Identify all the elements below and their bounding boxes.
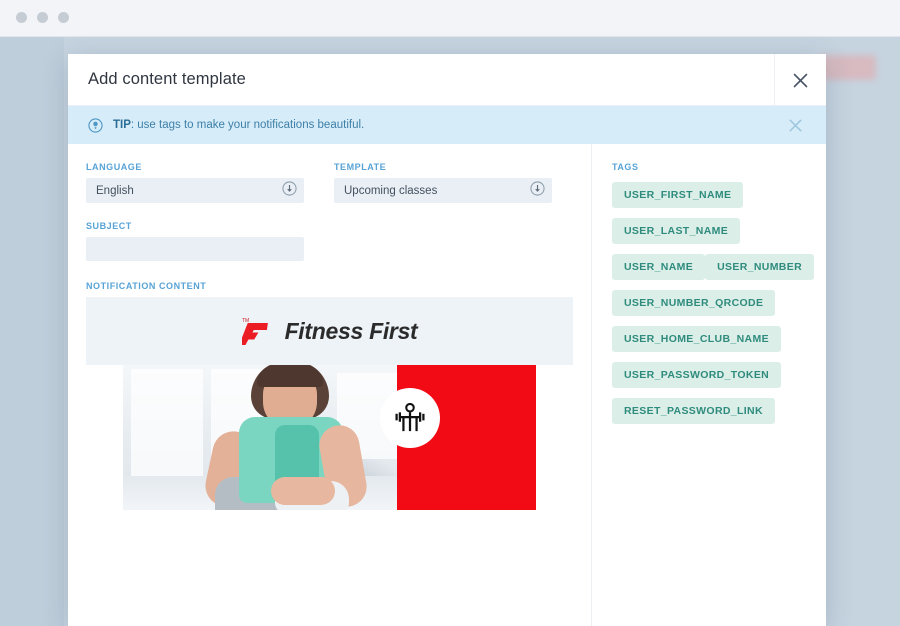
- tag-chip[interactable]: USER_HOME_CLUB_NAME: [612, 326, 781, 352]
- tip-label: TIP: [113, 119, 131, 131]
- figure-hands: [271, 477, 335, 505]
- background-primary-button[interactable]: [820, 55, 876, 80]
- window-maximize-dot[interactable]: [58, 12, 69, 23]
- tip-text: TIP: use tags to make your notifications…: [113, 119, 364, 131]
- hero-window-pane: [131, 369, 203, 481]
- fitness-first-logo: TM Fitness First: [238, 315, 418, 347]
- tag-chip[interactable]: USER_NUMBER: [705, 254, 815, 280]
- modal-header: Add content template: [68, 54, 826, 106]
- language-value: English: [96, 184, 134, 197]
- lightbulb-icon: [88, 117, 103, 133]
- add-content-template-modal: Add content template TIP: use tags to ma…: [68, 54, 826, 626]
- tags-list: USER_FIRST_NAMEUSER_LAST_NAMEUSER_NAME US…: [612, 182, 826, 434]
- language-label: LANGUAGE: [86, 162, 142, 172]
- template-select[interactable]: Upcoming classes: [334, 178, 552, 203]
- field-language: LANGUAGE English: [86, 162, 304, 203]
- background-sidebar: [0, 37, 64, 626]
- person-lifting-barbell-icon: [395, 403, 425, 432]
- figure-hair-front: [257, 365, 323, 387]
- tag-chip[interactable]: USER_NAME: [612, 254, 706, 280]
- tip-close-button[interactable]: [780, 106, 810, 144]
- tip-message: : use tags to make your notifications be…: [130, 119, 365, 131]
- fitness-first-wordmark: Fitness First: [284, 317, 418, 344]
- hero-badge: [380, 388, 440, 448]
- template-value: Upcoming classes: [344, 184, 438, 197]
- form-pane: LANGUAGE English TEMPLATE Upcoming class…: [68, 144, 592, 626]
- window-minimize-dot[interactable]: [37, 12, 48, 23]
- tag-chip[interactable]: USER_LAST_NAME: [612, 218, 741, 244]
- tag-chip[interactable]: RESET_PASSWORD_LINK: [612, 398, 775, 424]
- modal-body: LANGUAGE English TEMPLATE Upcoming class…: [68, 144, 826, 626]
- modal-title: Add content template: [88, 70, 246, 88]
- window-controls: [16, 12, 69, 23]
- browser-chrome: [0, 0, 900, 37]
- field-template: TEMPLATE Upcoming classes: [334, 162, 552, 203]
- email-logo-area: TM Fitness First: [86, 297, 573, 365]
- tag-chip[interactable]: USER_NUMBER_QRCODE: [612, 290, 776, 316]
- close-icon: [789, 119, 801, 131]
- email-hero-banner: [123, 365, 536, 510]
- notification-content-label: NOTIFICATION CONTENT: [86, 281, 207, 291]
- tip-banner: TIP: use tags to make your notifications…: [68, 106, 826, 144]
- subject-label: SUBJECT: [86, 221, 132, 231]
- window-close-dot[interactable]: [16, 12, 27, 23]
- language-select[interactable]: English: [86, 178, 304, 203]
- field-subject: SUBJECT: [86, 221, 304, 261]
- circle-down-arrow-icon: [282, 180, 297, 201]
- subject-input[interactable]: [86, 237, 304, 261]
- field-notification-content: NOTIFICATION CONTENT TM Fitness First: [86, 281, 573, 626]
- circle-down-arrow-icon: [530, 180, 545, 201]
- email-preview[interactable]: TM Fitness First: [86, 297, 573, 626]
- close-icon: [793, 73, 808, 87]
- tag-chip[interactable]: USER_FIRST_NAME: [612, 182, 744, 208]
- fitness-first-f-mark-icon: TM: [238, 315, 276, 347]
- tags-label: TAGS: [612, 162, 639, 172]
- template-label: TEMPLATE: [334, 162, 387, 172]
- modal-close-button[interactable]: [774, 54, 826, 106]
- tag-chip[interactable]: USER_PASSWORD_TOKEN: [612, 362, 782, 388]
- field-row: LANGUAGE English TEMPLATE Upcoming class…: [86, 162, 571, 203]
- tags-pane: TAGS USER_FIRST_NAME USER_LAST_NAME USER_N…: [592, 144, 826, 626]
